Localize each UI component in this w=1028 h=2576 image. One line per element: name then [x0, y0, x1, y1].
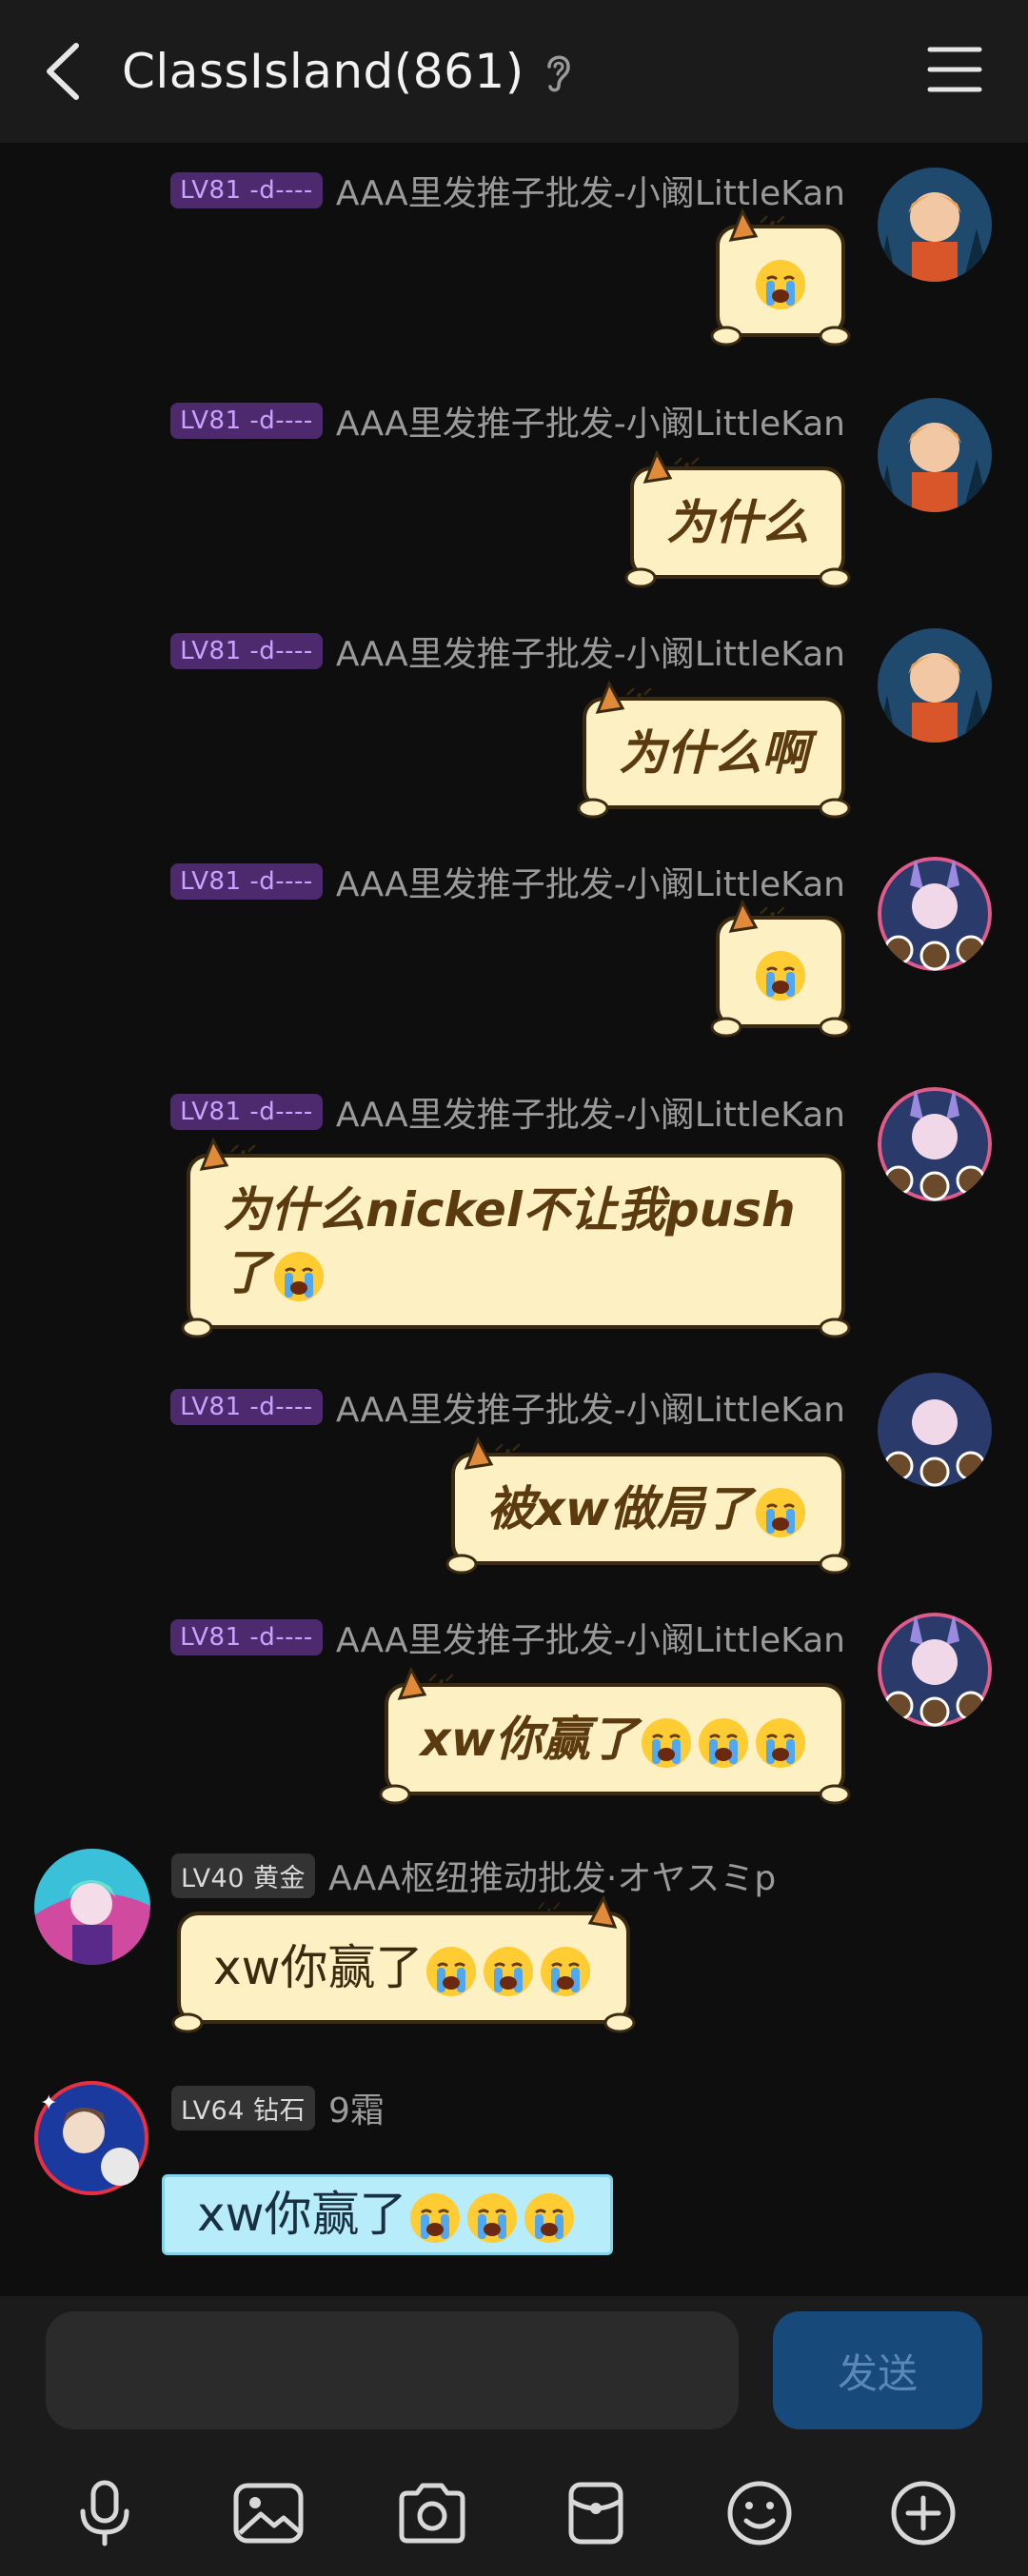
sender-nickname[interactable]: AAA里发推子批发-小阚LittleKan [336, 1382, 845, 1432]
message-text-line: 为什么nickel不让我push [223, 1182, 796, 1238]
message-meta: LV81 -d---- AAA里发推子批发-小阚LittleKan [170, 1382, 845, 1432]
ear-icon [542, 50, 574, 93]
sender-nickname[interactable]: AAA里发推子批发-小阚LittleKan [336, 1613, 845, 1662]
composer-bar: 发送 [0, 2296, 1028, 2450]
message-text: 为什么啊 [619, 725, 809, 781]
level-badge: LV81 -d---- [170, 1094, 323, 1130]
crying-emoji-icon [756, 950, 805, 1001]
composer-toolbar [0, 2450, 1028, 2576]
message-text: xw你赢了 [213, 1940, 424, 1995]
avatar[interactable] [878, 1087, 992, 1201]
cyan-bubble[interactable]: xw你赢了 [162, 2174, 614, 2255]
chat-header: ClassIsland(861) [0, 0, 1028, 143]
sender-nickname[interactable]: AAA里发推子批发-小阚LittleKan [336, 1087, 845, 1137]
crying-emoji-icon [426, 1946, 477, 1996]
svg-text:ᐟ·ᐟ: ᐟ·ᐟ [626, 684, 652, 708]
message-meta: LV81 -d---- AAA里发推子批发-小阚LittleKan [170, 396, 845, 446]
microphone-icon[interactable] [62, 2470, 148, 2556]
plus-icon[interactable] [880, 2470, 966, 2556]
cat-bubble[interactable]: ᐟ·ᐟ 为什么啊 [577, 680, 851, 819]
avatar[interactable] [878, 857, 992, 971]
message-text: xw你赢了 [197, 2187, 407, 2242]
avatar[interactable]: ✦ [29, 2075, 154, 2201]
chat-screen: ClassIsland(861) LV81 -d---- AAA里发推子批发-小… [0, 0, 1028, 2576]
avatar[interactable] [878, 168, 992, 282]
crying-emoji-icon [756, 259, 805, 309]
svg-text:ᐟ·ᐟ: ᐟ·ᐟ [760, 903, 785, 927]
avatar[interactable] [878, 628, 992, 743]
title-group[interactable]: ClassIsland(861) [122, 38, 574, 105]
chat-title: ClassIsland(861) [122, 44, 524, 99]
image-icon[interactable] [226, 2470, 311, 2556]
sender-nickname[interactable]: AAA里发推子批发-小阚LittleKan [336, 396, 845, 446]
level-badge: LV81 -d---- [170, 1619, 323, 1655]
level-badge: LV81 -d---- [170, 633, 323, 669]
message-meta: LV81 -d---- AAA里发推子批发-小阚LittleKan [170, 626, 845, 676]
crying-emoji-icon [756, 1717, 805, 1768]
crying-emoji-icon [756, 1487, 805, 1537]
cat-bubble[interactable]: ᐟ·ᐟ xw你赢了 [379, 1666, 851, 1805]
avatar[interactable] [34, 1849, 150, 1965]
avatar[interactable] [878, 1613, 992, 1727]
message-meta: LV81 -d---- AAA里发推子批发-小阚LittleKan [170, 1087, 845, 1137]
level-badge: LV81 -d---- [170, 172, 323, 208]
emoji-icon[interactable] [717, 2470, 802, 2556]
message-input[interactable] [46, 2311, 739, 2429]
cat-bubble[interactable]: ᐟ·ᐟ 为什么 [624, 449, 851, 588]
crying-emoji-icon [484, 1946, 534, 1996]
svg-text:ᐟ·ᐟ: ᐟ·ᐟ [495, 1440, 521, 1464]
sender-nickname[interactable]: AAA里发推子批发-小阚LittleKan [336, 626, 845, 676]
svg-text:ᐟ·ᐟ: ᐟ·ᐟ [760, 212, 785, 236]
svg-text:ᐟ·ᐟ: ᐟ·ᐟ [230, 1141, 256, 1165]
svg-text:ᐟ·ᐟ: ᐟ·ᐟ [428, 1671, 454, 1694]
avatar[interactable] [878, 1373, 992, 1487]
level-badge: LV81 -d---- [170, 403, 323, 439]
cat-bubble[interactable]: ᐟ·ᐟ [710, 899, 851, 1038]
message-text-line: 了 [223, 1241, 809, 1304]
svg-text:✦: ✦ [40, 2091, 57, 2115]
cat-bubble[interactable]: ᐟ·ᐟ 被xw做局了 [445, 1436, 851, 1575]
level-badge: LV64 钻石 [171, 2085, 315, 2130]
back-icon[interactable] [38, 38, 95, 105]
sender-nickname[interactable]: 9霜 [328, 2083, 385, 2132]
cat-bubble[interactable]: ᐟ·ᐟ xw你赢了 [171, 1894, 636, 2033]
crying-emoji-icon [541, 1946, 591, 1996]
svg-text:ᐟ·ᐟ: ᐟ·ᐟ [674, 454, 700, 478]
send-button[interactable]: 发送 [773, 2311, 982, 2429]
message-meta: LV64 钻石 9霜 [171, 2083, 385, 2132]
crying-emoji-icon [274, 1251, 324, 1301]
message-meta: LV81 -d---- AAA里发推子批发-小阚LittleKan [170, 1613, 845, 1662]
message-text: 为什么 [666, 495, 809, 550]
message-list[interactable]: LV81 -d---- AAA里发推子批发-小阚LittleKan ᐟ·ᐟ LV… [0, 143, 1028, 2296]
crying-emoji-icon [410, 2192, 461, 2243]
crying-emoji-icon [699, 1717, 748, 1768]
red-packet-icon[interactable] [553, 2470, 639, 2556]
cat-bubble[interactable]: ᐟ·ᐟ [710, 208, 851, 347]
cat-bubble[interactable]: ᐟ·ᐟ 为什么nickel不让我push 了 [181, 1137, 851, 1338]
level-badge: LV40 黄金 [171, 1853, 315, 1898]
crying-emoji-icon [642, 1717, 691, 1768]
message-text: 被xw做局了 [486, 1481, 752, 1536]
level-badge: LV81 -d---- [170, 863, 323, 900]
message-meta: LV40 黄金 AAA枢纽推动批发·オヤスミp [171, 1851, 776, 1900]
svg-text:ᐟ·ᐟ: ᐟ·ᐟ [537, 1899, 562, 1923]
avatar[interactable] [878, 398, 992, 512]
crying-emoji-icon [524, 2192, 575, 2243]
message-text: xw你赢了 [420, 1712, 638, 1767]
menu-icon[interactable] [927, 44, 982, 95]
crying-emoji-icon [467, 2192, 518, 2243]
camera-icon[interactable] [389, 2470, 475, 2556]
level-badge: LV81 -d---- [170, 1389, 323, 1425]
